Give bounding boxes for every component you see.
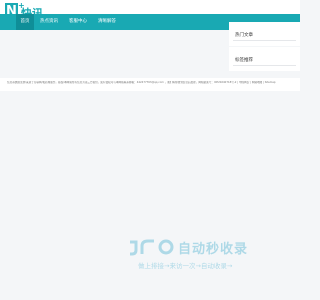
watermark-sub-text: 做上排接→来访一次→自动收录→	[138, 262, 233, 270]
footer-info: 信息系统由注册/来源于互联网/和商城服务，版权/本网站所有信息为第三方提供，如有…	[0, 78, 300, 91]
nav-item-clear-answers[interactable]: 清晰解答	[95, 14, 119, 30]
watermark-main-text: 自动秒收录	[178, 242, 249, 257]
watermark-logo-icon	[130, 239, 174, 256]
sidebar-card-hot-articles: 热门文章	[229, 22, 300, 46]
nav-item-service-center[interactable]: 客服中心	[66, 14, 90, 30]
sidebar-card-tag-recommend: 标签推荐	[229, 47, 300, 71]
sidebar-card-title: 标签推荐	[235, 58, 253, 63]
content-area	[0, 35, 226, 74]
card-divider	[233, 65, 296, 66]
sidebar-card-title: 热门文章	[235, 33, 253, 38]
card-divider	[233, 40, 296, 41]
footer-info-text: 信息系统由注册/来源于互联网/和商城服务，版权/本网站所有信息为第三方提供，如有…	[7, 81, 276, 84]
nav-item-home[interactable]: 首页	[16, 14, 34, 30]
nav-item-hot-news[interactable]: 热点资讯	[37, 14, 61, 30]
watermark: 自动秒收录 做上排接→来访一次→自动收录→	[128, 238, 288, 274]
